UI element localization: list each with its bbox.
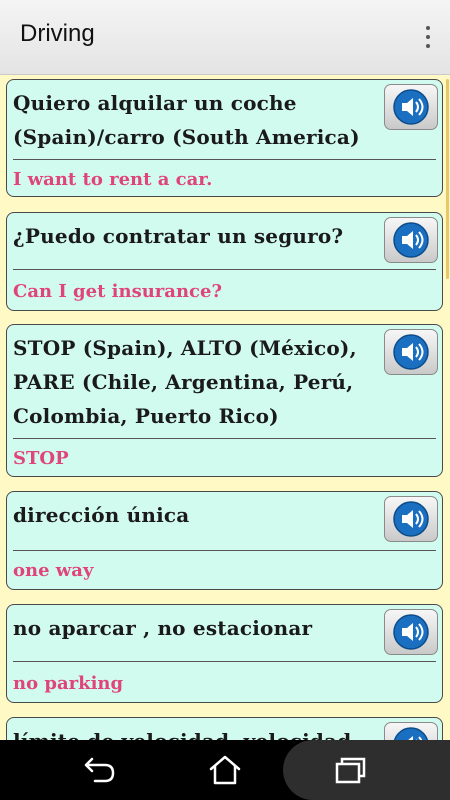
speaker-icon [393, 501, 429, 537]
divider [13, 661, 436, 662]
phrase-text: no aparcar , no estacionar [13, 616, 313, 640]
scrollbar[interactable] [446, 79, 449, 279]
speak-button[interactable] [384, 609, 438, 655]
recents-button[interactable] [320, 740, 380, 800]
phrase-text: Quiero alquilar un coche (Spain)/carro (… [13, 91, 360, 149]
divider [13, 159, 436, 160]
back-button[interactable] [70, 740, 130, 800]
speaker-icon [393, 334, 429, 370]
speaker-icon [393, 614, 429, 650]
speaker-icon [393, 222, 429, 258]
phrase-text: STOP (Spain), ALTO (México), PARE (Chile… [13, 336, 357, 428]
speak-button[interactable] [384, 84, 438, 130]
phrase-card: límite de velocidad, velocidad [6, 717, 443, 740]
speak-button[interactable] [384, 722, 438, 740]
speaker-icon [393, 89, 429, 125]
phrase-card: dirección única one way [6, 491, 443, 590]
translation-text: Can I get insurance? [13, 281, 222, 302]
speaker-icon [393, 727, 429, 740]
back-icon [84, 757, 115, 783]
recents-icon [335, 757, 366, 784]
phrase-list[interactable]: Quiero alquilar un coche (Spain)/carro (… [0, 75, 450, 740]
phrase-text: ¿Puedo contratar un seguro? [13, 224, 344, 248]
phrase-text: límite de velocidad, velocidad [13, 724, 378, 740]
home-button[interactable] [195, 740, 255, 800]
divider [13, 269, 436, 270]
app-bar: Driving [0, 0, 450, 75]
speak-button[interactable] [384, 217, 438, 263]
speak-button[interactable] [384, 329, 438, 375]
translation-text: STOP [13, 448, 69, 469]
page-title: Driving [20, 20, 95, 47]
phrase-card: Quiero alquilar un coche (Spain)/carro (… [6, 79, 443, 197]
system-nav-bar [0, 740, 450, 800]
translation-text: no parking [13, 673, 124, 694]
translation-text: one way [13, 560, 94, 581]
phrase-card: ¿Puedo contratar un seguro? Can I get in… [6, 212, 443, 311]
home-icon [209, 755, 241, 785]
divider [13, 438, 436, 439]
speak-button[interactable] [384, 496, 438, 542]
translation-text: I want to rent a car. [13, 169, 213, 190]
phrase-card: STOP (Spain), ALTO (México), PARE (Chile… [6, 324, 443, 477]
phrase-text: dirección única [13, 503, 190, 527]
more-vert-icon[interactable] [420, 26, 436, 52]
divider [13, 550, 436, 551]
phrase-card: no aparcar , no estacionar no parking [6, 604, 443, 703]
